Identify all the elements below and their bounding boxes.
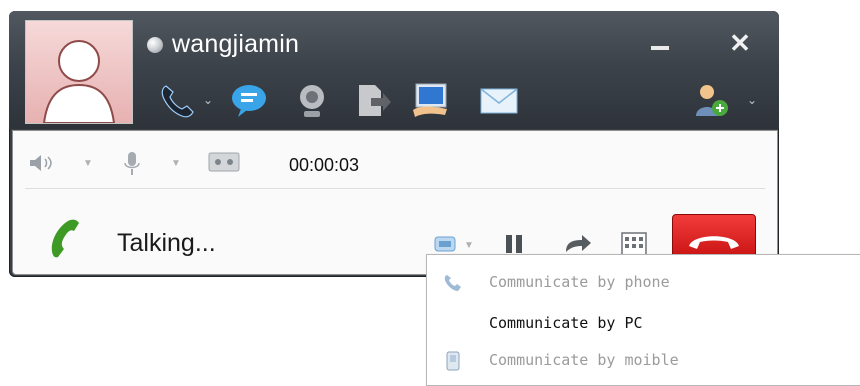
file-transfer-icon[interactable] <box>349 80 393 120</box>
presence-status-icon <box>147 37 163 53</box>
record-icon[interactable] <box>207 150 241 174</box>
chat-icon[interactable] <box>227 80 271 120</box>
menu-item-label: Communicate by phone <box>489 273 670 291</box>
phone-icon[interactable] <box>156 80 200 120</box>
speaker-icon[interactable] <box>27 151 55 175</box>
microphone-icon[interactable] <box>120 149 144 177</box>
close-button[interactable]: ✕ <box>726 28 754 58</box>
webcam-icon[interactable] <box>290 80 334 120</box>
menu-item-phone[interactable]: Communicate by phone <box>427 265 860 301</box>
talking-phone-icon <box>51 219 79 258</box>
screen-share-icon[interactable] <box>409 80 453 120</box>
mobile-icon <box>446 351 460 371</box>
chevron-down-icon[interactable]: ▼ <box>464 240 474 251</box>
route-menu: Communicate by phone Communicate by PC C… <box>426 254 860 386</box>
call-status: Talking... <box>117 229 216 257</box>
chevron-down-icon[interactable]: ⌄ <box>203 93 213 107</box>
title-bar: wangjiamin ✕ ⌄ ⌄ <box>9 11 779 129</box>
add-contact-icon[interactable] <box>689 80 733 120</box>
avatar <box>25 20 133 124</box>
chevron-down-icon[interactable]: ⌄ <box>747 93 757 107</box>
chevron-down-icon[interactable]: ▼ <box>171 158 181 169</box>
minimize-button[interactable] <box>646 29 674 57</box>
menu-item-label: Communicate by PC <box>489 314 643 332</box>
call-window: wangjiamin ✕ ⌄ ⌄ ▼ ▼ 00:00:03 Talking...… <box>9 11 779 277</box>
route-icon[interactable] <box>432 232 460 256</box>
divider <box>25 188 765 189</box>
contact-name: wangjiamin <box>172 30 300 58</box>
call-timer: 00:00:03 <box>289 155 360 175</box>
transfer-icon[interactable] <box>563 232 593 256</box>
mail-icon[interactable] <box>477 80 521 120</box>
menu-item-mobile[interactable]: Communicate by moible <box>427 343 860 379</box>
chevron-down-icon[interactable]: ▼ <box>83 158 93 169</box>
menu-item-pc[interactable]: Communicate by PC <box>427 306 860 342</box>
menu-item-label: Communicate by moible <box>489 351 679 369</box>
minimize-icon <box>651 46 669 50</box>
default-avatar-icon <box>42 40 116 123</box>
phone-icon <box>444 275 461 291</box>
